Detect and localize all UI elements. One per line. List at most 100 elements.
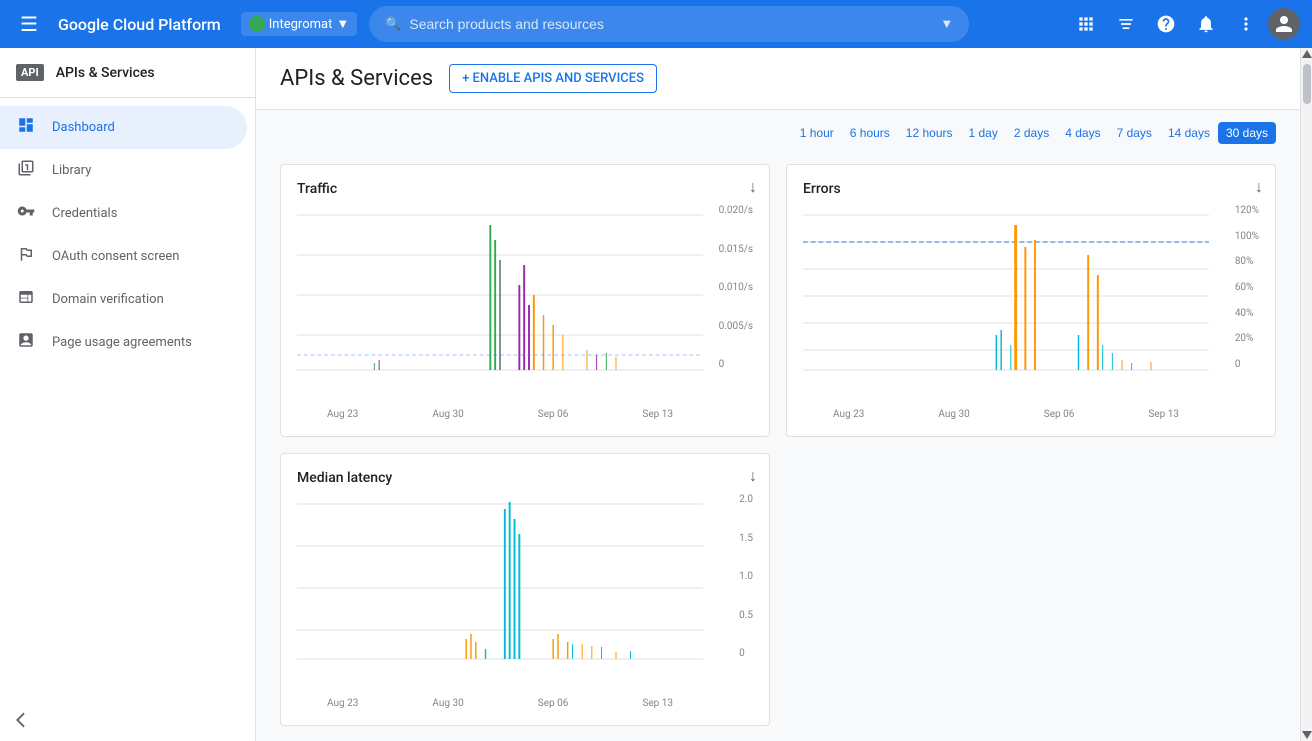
errors-x-aug30: Aug 30	[938, 409, 969, 420]
sidebar-label-library: Library	[52, 163, 91, 178]
project-chevron-icon: ▼	[336, 16, 349, 32]
traffic-y-label-4: 0	[719, 359, 753, 370]
latency-y-label-3: 0.5	[739, 610, 753, 621]
latency-x-aug30: Aug 30	[432, 698, 463, 709]
errors-y-label-5: 20%	[1235, 333, 1259, 344]
more-vert-icon[interactable]	[1228, 6, 1264, 42]
latency-y-label-2: 1.0	[739, 571, 753, 582]
sidebar: API APIs & Services Dashboard Library	[0, 48, 256, 741]
app-title: Google Cloud Platform	[58, 15, 221, 34]
time-btn-2d[interactable]: 2 days	[1006, 122, 1057, 144]
errors-chart-area: 120% 100% 80% 60% 40% 20% 0	[803, 205, 1209, 405]
latency-chart-card: Median latency ↓	[280, 453, 770, 726]
latency-svg	[297, 494, 703, 674]
traffic-y-label-0: 0.020/s	[719, 205, 753, 216]
help-icon[interactable]	[1148, 6, 1184, 42]
notifications-icon[interactable]	[1188, 6, 1224, 42]
latency-download-icon[interactable]: ↓	[749, 466, 757, 486]
api-badge: API	[16, 64, 44, 81]
latency-y-label-1: 1.5	[739, 533, 753, 544]
search-icon: 🔍	[385, 17, 401, 32]
main-layout: API APIs & Services Dashboard Library	[0, 48, 1312, 741]
latency-x-sep06: Sep 06	[538, 698, 569, 709]
transfer-icon[interactable]	[1108, 6, 1144, 42]
page-title: APIs & Services	[280, 66, 433, 91]
errors-y-label-4: 40%	[1235, 308, 1259, 319]
errors-svg	[803, 205, 1209, 385]
time-btn-7d[interactable]: 7 days	[1109, 122, 1160, 144]
project-name: Integromat	[269, 17, 333, 32]
sidebar-item-credentials[interactable]: Credentials	[0, 192, 247, 235]
library-icon	[16, 159, 36, 182]
charts-grid: Traffic ↓	[256, 148, 1300, 741]
page-usage-icon	[16, 331, 36, 354]
time-btn-14d[interactable]: 14 days	[1160, 122, 1218, 144]
hamburger-icon[interactable]: ☰	[12, 4, 46, 44]
errors-y-label-2: 80%	[1235, 256, 1259, 267]
page-header: APIs & Services + ENABLE APIS AND SERVIC…	[256, 48, 1300, 110]
traffic-y-label-3: 0.005/s	[719, 321, 753, 332]
sidebar-item-domain[interactable]: Domain verification	[0, 278, 247, 321]
vertical-scrollbar[interactable]	[1300, 48, 1312, 741]
sidebar-label-page-usage: Page usage agreements	[52, 335, 192, 350]
enable-apis-button[interactable]: + ENABLE APIS AND SERVICES	[449, 64, 657, 93]
domain-icon	[16, 288, 36, 311]
traffic-x-sep06: Sep 06	[538, 409, 569, 420]
time-btn-1d[interactable]: 1 day	[961, 122, 1006, 144]
main-content: APIs & Services + ENABLE APIS AND SERVIC…	[256, 48, 1300, 741]
credentials-icon	[16, 202, 36, 225]
sidebar-item-page-usage[interactable]: Page usage agreements	[0, 321, 247, 364]
traffic-svg	[297, 205, 703, 385]
latency-y-label-4: 0	[739, 648, 753, 659]
time-range-bar: 1 hour 6 hours 12 hours 1 day 2 days 4 d…	[256, 110, 1300, 148]
errors-x-sep13: Sep 13	[1148, 409, 1179, 420]
nav-icons	[1068, 6, 1300, 42]
traffic-chart-area: 0.020/s 0.015/s 0.010/s 0.005/s 0	[297, 205, 703, 405]
oauth-icon	[16, 245, 36, 268]
sidebar-collapse-btn[interactable]	[16, 711, 34, 733]
errors-download-icon[interactable]: ↓	[1255, 177, 1263, 197]
errors-y-label-3: 60%	[1235, 282, 1259, 293]
time-btn-4d[interactable]: 4 days	[1057, 122, 1108, 144]
sidebar-item-dashboard[interactable]: Dashboard	[0, 106, 247, 149]
sidebar-label-dashboard: Dashboard	[52, 120, 115, 135]
traffic-y-label-2: 0.010/s	[719, 282, 753, 293]
sidebar-api-title: APIs & Services	[56, 65, 155, 81]
errors-y-label-1: 100%	[1235, 231, 1259, 242]
latency-chart-area: 2.0 1.5 1.0 0.5 0	[297, 494, 703, 694]
vertical-scrollbar-thumb[interactable]	[1303, 64, 1311, 104]
search-bar[interactable]: 🔍 ▼	[369, 6, 969, 42]
latency-x-sep13: Sep 13	[642, 698, 673, 709]
errors-x-aug23: Aug 23	[833, 409, 864, 420]
project-selector[interactable]: Integromat ▼	[241, 12, 357, 36]
sidebar-item-oauth[interactable]: OAuth consent screen	[0, 235, 247, 278]
search-input[interactable]	[409, 16, 936, 32]
sidebar-label-oauth: OAuth consent screen	[52, 249, 179, 264]
time-btn-1h[interactable]: 1 hour	[792, 122, 842, 144]
time-btn-12h[interactable]: 12 hours	[898, 122, 961, 144]
scroll-down-btn[interactable]	[1301, 729, 1312, 741]
avatar[interactable]	[1268, 8, 1300, 40]
errors-y-label-0: 120%	[1235, 205, 1259, 216]
apps-icon[interactable]	[1068, 6, 1104, 42]
sidebar-label-credentials: Credentials	[52, 206, 117, 221]
time-btn-6h[interactable]: 6 hours	[842, 122, 898, 144]
traffic-x-sep13: Sep 13	[642, 409, 673, 420]
sidebar-item-library[interactable]: Library	[0, 149, 247, 192]
top-nav: ☰ Google Cloud Platform Integromat ▼ 🔍 ▼	[0, 0, 1312, 48]
sidebar-header: API APIs & Services	[0, 48, 255, 98]
traffic-download-icon[interactable]: ↓	[749, 177, 757, 197]
sidebar-nav: Dashboard Library Credentials OAuth cons…	[0, 98, 255, 372]
latency-x-aug23: Aug 23	[327, 698, 358, 709]
dashboard-icon	[16, 116, 36, 139]
time-btn-30d[interactable]: 30 days	[1218, 122, 1276, 144]
traffic-y-label-1: 0.015/s	[719, 244, 753, 255]
errors-y-label-6: 0	[1235, 359, 1259, 370]
traffic-chart-card: Traffic ↓	[280, 164, 770, 437]
errors-x-sep06: Sep 06	[1044, 409, 1075, 420]
scroll-up-btn[interactable]	[1301, 48, 1312, 60]
errors-chart-card: Errors ↓	[786, 164, 1276, 437]
traffic-x-aug23: Aug 23	[327, 409, 358, 420]
traffic-chart-title: Traffic	[297, 181, 753, 197]
search-expand-icon[interactable]: ▼	[940, 16, 953, 32]
